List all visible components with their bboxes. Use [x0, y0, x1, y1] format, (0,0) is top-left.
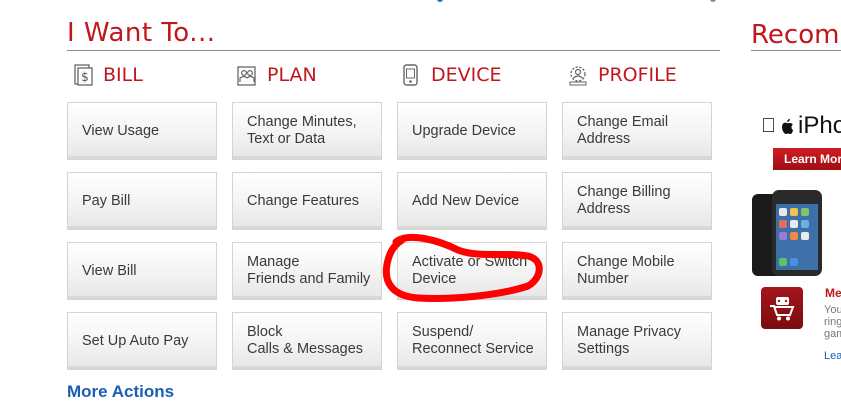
game-cart-icon[interactable] — [761, 287, 803, 329]
tile-add-new-device[interactable]: Add New Device — [397, 172, 547, 230]
tile-change-mobile-number[interactable]: Change Mobile Number — [562, 242, 712, 300]
tile-set-up-auto-pay[interactable]: Set Up Auto Pay — [67, 312, 217, 370]
promo-product-label: iPhone — [783, 112, 841, 139]
column-heading-label: PLAN — [267, 64, 317, 86]
column-heading-profile: PROFILE — [566, 62, 677, 88]
app-promo-description: You ring gam — [824, 304, 841, 340]
svg-text:$: $ — [81, 70, 89, 84]
column-heading-plan: PLAN — [235, 62, 317, 88]
page-title: I Want To... — [67, 18, 216, 48]
tile-change-minutes[interactable]: Change Minutes, Text or Data — [232, 102, 382, 160]
tile-pay-bill[interactable]: Pay Bill — [67, 172, 217, 230]
title-divider — [67, 50, 720, 51]
apple-logo-icon:  — [761, 115, 776, 138]
tile-change-billing-address[interactable]: Change Billing Address — [562, 172, 712, 230]
plan-people-icon — [237, 66, 256, 86]
tile-change-features[interactable]: Change Features — [232, 172, 382, 230]
iphone-image — [752, 190, 822, 276]
tile-view-usage[interactable]: View Usage — [67, 102, 217, 160]
learn-more-button[interactable]: Learn Mor — [773, 148, 841, 170]
promo-product-name:  iPhone — [761, 112, 841, 140]
more-actions-link[interactable]: More Actions — [67, 382, 174, 402]
tile-suspend-reconnect[interactable]: Suspend/ Reconnect Service — [397, 312, 547, 370]
top-fragment-blue — [437, 0, 443, 2]
column-heading-device: DEVICE — [399, 62, 502, 88]
gear-profile-icon — [569, 66, 587, 86]
tile-block-calls-messages[interactable]: Block Calls & Messages — [232, 312, 382, 370]
recommended-title: Recomm — [751, 20, 841, 50]
tile-change-email[interactable]: Change Email Address — [562, 102, 712, 160]
tile-view-bill[interactable]: View Bill — [67, 242, 217, 300]
app-promo-title: Me — [825, 286, 841, 300]
top-fragment-grey — [710, 0, 716, 2]
tile-manage-privacy[interactable]: Manage Privacy Settings — [562, 312, 712, 370]
app-promo-link[interactable]: Lea — [824, 350, 841, 362]
column-heading-label: BILL — [103, 64, 143, 86]
tile-activate-switch-device[interactable]: Activate or Switch Device — [397, 242, 547, 300]
recommended-divider — [751, 50, 841, 51]
column-heading-bill: $ BILL — [71, 62, 143, 88]
column-heading-label: PROFILE — [598, 64, 677, 86]
apple-shape-icon — [782, 118, 793, 134]
column-heading-label: DEVICE — [431, 64, 502, 86]
phone-device-icon — [403, 64, 418, 86]
dollar-document-icon: $ — [74, 64, 93, 86]
tile-upgrade-device[interactable]: Upgrade Device — [397, 102, 547, 160]
tile-manage-friends-family[interactable]: Manage Friends and Family — [232, 242, 382, 300]
